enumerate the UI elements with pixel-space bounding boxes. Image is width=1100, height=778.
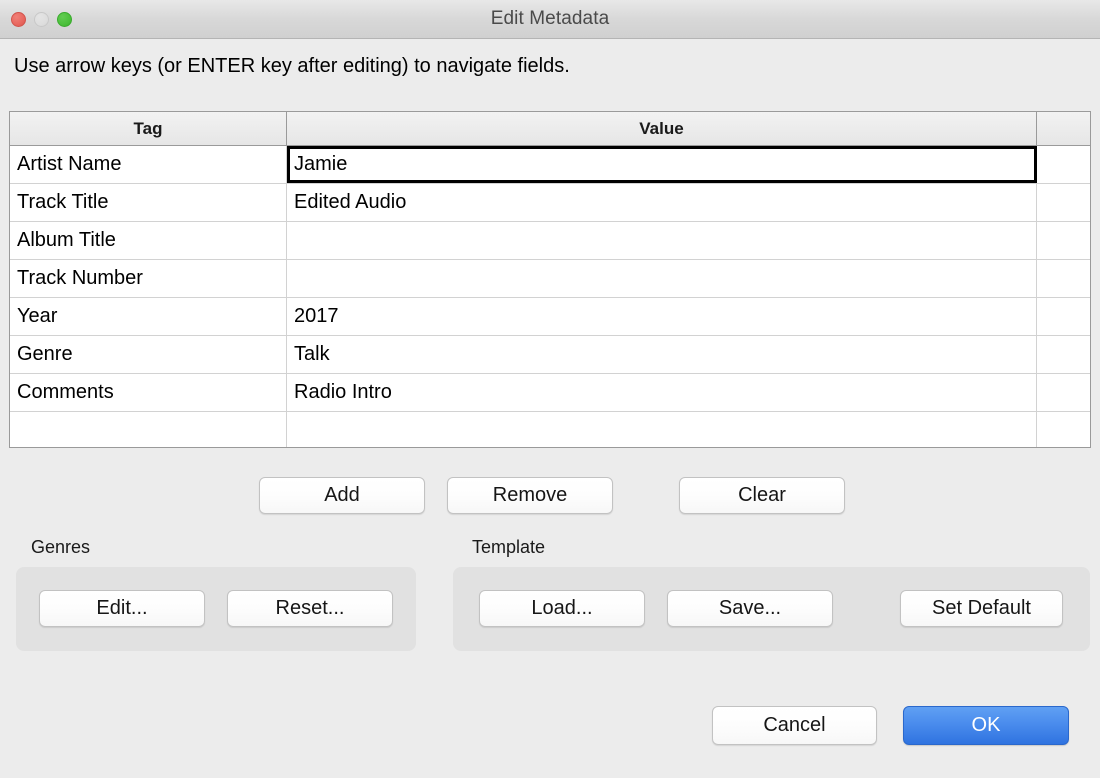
value-cell[interactable]: Edited Audio [287, 184, 1037, 221]
cancel-button[interactable]: Cancel [712, 706, 877, 745]
tag-cell[interactable]: Album Title [10, 222, 287, 259]
row-filler-cell [1037, 146, 1090, 183]
template-save-button[interactable]: Save... [667, 590, 833, 627]
template-group-label: Template [472, 537, 545, 558]
value-cell[interactable] [287, 222, 1037, 259]
column-header-tag[interactable]: Tag [10, 112, 287, 145]
value-cell[interactable]: Talk [287, 336, 1037, 373]
value-cell-editing[interactable]: Jamie [287, 146, 1037, 183]
tag-cell[interactable]: Track Number [10, 260, 287, 297]
value-cell[interactable] [287, 412, 1037, 448]
table-header-row: Tag Value [10, 112, 1090, 146]
template-load-button[interactable]: Load... [479, 590, 645, 627]
table-row[interactable]: GenreTalk [10, 336, 1090, 374]
table-row[interactable]: Album Title [10, 222, 1090, 260]
table-row[interactable]: Year2017 [10, 298, 1090, 336]
ok-button[interactable]: OK [903, 706, 1069, 745]
tag-cell[interactable] [10, 412, 287, 448]
value-cell[interactable]: 2017 [287, 298, 1037, 335]
column-header-value[interactable]: Value [287, 112, 1037, 145]
table-row[interactable] [10, 412, 1090, 448]
row-filler-cell [1037, 298, 1090, 335]
table-row[interactable]: Track Number [10, 260, 1090, 298]
column-header-filler [1037, 112, 1090, 145]
window-titlebar: Edit Metadata [0, 0, 1100, 39]
metadata-table: Tag Value Artist NameJamieTrack TitleEdi… [9, 111, 1091, 448]
tag-cell[interactable]: Artist Name [10, 146, 287, 183]
value-cell[interactable] [287, 260, 1037, 297]
table-row[interactable]: CommentsRadio Intro [10, 374, 1090, 412]
instruction-text: Use arrow keys (or ENTER key after editi… [14, 55, 570, 78]
tag-cell[interactable]: Track Title [10, 184, 287, 221]
row-filler-cell [1037, 336, 1090, 373]
row-filler-cell [1037, 222, 1090, 259]
genres-group-label: Genres [31, 537, 90, 558]
row-filler-cell [1037, 374, 1090, 411]
table-row[interactable]: Artist NameJamie [10, 146, 1090, 184]
template-set-default-button[interactable]: Set Default [900, 590, 1063, 627]
table-body: Artist NameJamieTrack TitleEdited AudioA… [10, 146, 1090, 448]
tag-cell[interactable]: Comments [10, 374, 287, 411]
genres-edit-button[interactable]: Edit... [39, 590, 205, 627]
window-title: Edit Metadata [0, 0, 1100, 38]
tag-cell[interactable]: Genre [10, 336, 287, 373]
add-button[interactable]: Add [259, 477, 425, 514]
clear-button[interactable]: Clear [679, 477, 845, 514]
genres-reset-button[interactable]: Reset... [227, 590, 393, 627]
table-row[interactable]: Track TitleEdited Audio [10, 184, 1090, 222]
tag-cell[interactable]: Year [10, 298, 287, 335]
value-cell[interactable]: Radio Intro [287, 374, 1037, 411]
row-filler-cell [1037, 260, 1090, 297]
row-filler-cell [1037, 412, 1090, 448]
row-filler-cell [1037, 184, 1090, 221]
remove-button[interactable]: Remove [447, 477, 613, 514]
